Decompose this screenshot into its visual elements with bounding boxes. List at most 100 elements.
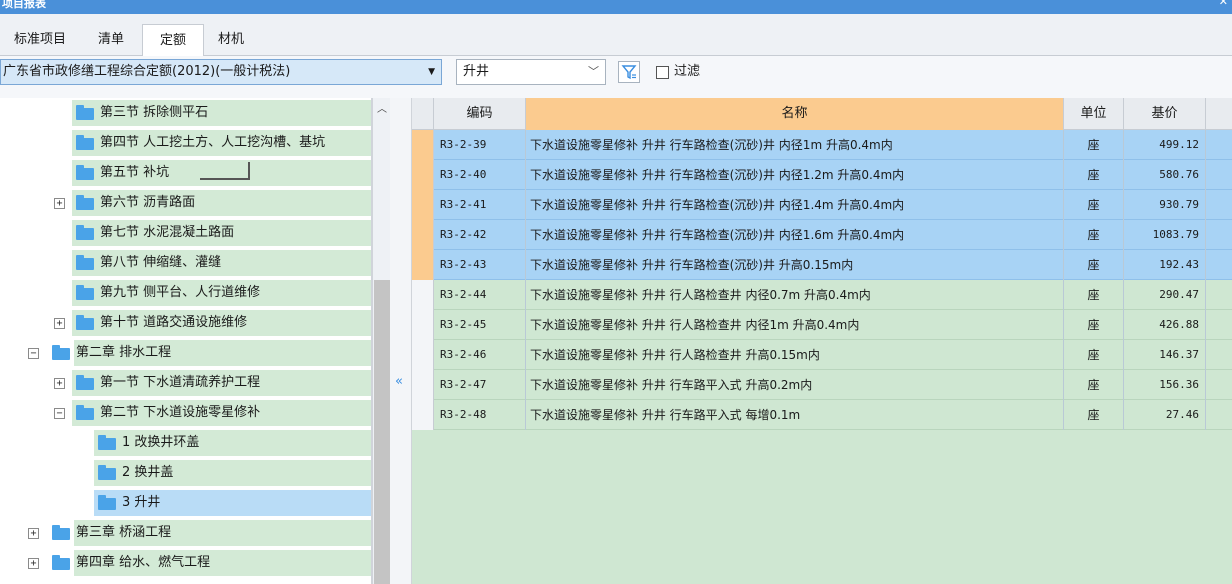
header-code[interactable]: 编码 <box>434 98 526 130</box>
cell-name[interactable]: 下水道设施零星修补 升井 行人路检查井 内径1m 升高0.4m内 <box>526 310 1064 340</box>
cell-unit[interactable]: 座 <box>1064 190 1124 220</box>
cell-price[interactable]: 156.36 <box>1124 370 1206 400</box>
cell-code[interactable]: R3-2-41 <box>434 190 526 220</box>
cell-price[interactable]: 499.12 <box>1124 130 1206 160</box>
tab-standard-project[interactable]: 标准项目 <box>0 24 80 56</box>
expand-icon[interactable]: + <box>28 558 39 569</box>
table-row[interactable]: R3-2-40 下水道设施零星修补 升井 行车路检查(沉砂)井 内径1.2m 升高… <box>412 160 1232 190</box>
tab-quota[interactable]: 定额 <box>142 24 204 57</box>
tree-node[interactable]: 第四节 人工挖土方、人工挖沟槽、基坑 <box>0 128 371 158</box>
cell-unit[interactable]: 座 <box>1064 250 1124 280</box>
cell-name[interactable]: 下水道设施零星修补 升井 行车路检查(沉砂)井 升高0.15m内 <box>526 250 1064 280</box>
table-row[interactable]: R3-2-43 下水道设施零星修补 升井 行车路检查(沉砂)井 升高0.15m内座… <box>412 250 1232 280</box>
tree-node[interactable]: 1 改换井环盖 <box>0 428 371 458</box>
header-indicator <box>412 98 434 130</box>
tree-node[interactable]: 第五节 补坑 <box>0 158 371 188</box>
cell-code[interactable]: R3-2-48 <box>434 400 526 430</box>
cell-unit[interactable]: 座 <box>1064 130 1124 160</box>
cell-unit[interactable]: 座 <box>1064 400 1124 430</box>
cell-code[interactable]: R3-2-39 <box>434 130 526 160</box>
tree-node[interactable]: 3 升井 <box>0 488 371 518</box>
pane-splitter[interactable]: « <box>390 98 412 584</box>
cell-unit[interactable]: 座 <box>1064 310 1124 340</box>
table-row[interactable]: R3-2-48 下水道设施零星修补 升井 行车路平入式 每增0.1m 座 27.46 <box>412 400 1232 430</box>
close-icon[interactable]: ✕ <box>1219 0 1228 7</box>
table-row[interactable]: R3-2-39 下水道设施零星修补 升井 行车路检查(沉砂)井 内径1m 升高0.… <box>412 130 1232 160</box>
tree-scrollbar[interactable]: ︿ <box>372 98 390 584</box>
cell-name[interactable]: 下水道设施零星修补 升井 行车路平入式 升高0.2m内 <box>526 370 1064 400</box>
folder-icon <box>98 465 116 480</box>
collapse-icon[interactable]: − <box>54 408 65 419</box>
cell-price[interactable]: 146.37 <box>1124 340 1206 370</box>
quota-library-select[interactable]: 广东省市政修缮工程综合定额(2012)(一般计税法) ▼ <box>0 59 442 85</box>
cell-code[interactable]: R3-2-44 <box>434 280 526 310</box>
cell-code[interactable]: R3-2-40 <box>434 160 526 190</box>
cell-code[interactable]: R3-2-45 <box>434 310 526 340</box>
cell-code[interactable]: R3-2-47 <box>434 370 526 400</box>
table-row[interactable]: R3-2-44 下水道设施零星修补 升井 行人路检查井 内径0.7m 升高0.4m… <box>412 280 1232 310</box>
tree-node[interactable]: + 第三章 桥涵工程 <box>0 518 371 548</box>
expand-icon[interactable]: + <box>54 198 65 209</box>
cell-name[interactable]: 下水道设施零星修补 升井 行车路检查(沉砂)井 内径1.6m 升高0.4m内 <box>526 220 1064 250</box>
scrollbar-thumb[interactable] <box>374 280 390 584</box>
header-unit[interactable]: 单位 <box>1064 98 1124 130</box>
cell-price[interactable]: 580.76 <box>1124 160 1206 190</box>
tree-node[interactable]: 第九节 侧平台、人行道维修 <box>0 278 371 308</box>
scroll-up-icon[interactable]: ︿ <box>373 100 391 115</box>
cell-name[interactable]: 下水道设施零星修补 升井 行人路检查井 内径0.7m 升高0.4m内 <box>526 280 1064 310</box>
cell-code[interactable]: R3-2-42 <box>434 220 526 250</box>
tree-node[interactable]: 第八节 伸缩缝、灌缝 <box>0 248 371 278</box>
table-row[interactable]: R3-2-42 下水道设施零星修补 升井 行车路检查(沉砂)井 内径1.6m 升高… <box>412 220 1232 250</box>
cell-unit[interactable]: 座 <box>1064 160 1124 190</box>
filter-checkbox[interactable] <box>656 66 669 79</box>
tab-bill[interactable]: 清单 <box>84 24 138 56</box>
cell-price[interactable]: 27.46 <box>1124 400 1206 430</box>
tree-node[interactable]: − 第二章 排水工程 <box>0 338 371 368</box>
tree-node[interactable]: + 第一节 下水道清疏养护工程 <box>0 368 371 398</box>
cell-unit[interactable]: 座 <box>1064 340 1124 370</box>
cell-unit[interactable]: 座 <box>1064 370 1124 400</box>
cell-price[interactable]: 426.88 <box>1124 310 1206 340</box>
cell-unit[interactable]: 座 <box>1064 220 1124 250</box>
cell-name[interactable]: 下水道设施零星修补 升井 行车路检查(沉砂)井 内径1.2m 升高0.4m内 <box>526 160 1064 190</box>
tree-node[interactable]: + 第十节 道路交通设施维修 <box>0 308 371 338</box>
cell-name[interactable]: 下水道设施零星修补 升井 行人路检查井 升高0.15m内 <box>526 340 1064 370</box>
tree-node[interactable]: + 第六节 沥青路面 <box>0 188 371 218</box>
filter-button[interactable] <box>618 61 640 83</box>
cell-price[interactable]: 1083.79 <box>1124 220 1206 250</box>
tree-node-label: 第一节 下水道清疏养护工程 <box>100 375 261 390</box>
collapse-icon[interactable]: − <box>28 348 39 359</box>
tab-materials[interactable]: 材机 <box>206 24 256 56</box>
expand-icon[interactable]: + <box>28 528 39 539</box>
tree-node[interactable]: 2 换井盖 <box>0 458 371 488</box>
tree-node[interactable]: − 第二节 下水道设施零星修补 <box>0 398 371 428</box>
cell-price[interactable]: 290.47 <box>1124 280 1206 310</box>
table-row[interactable]: R3-2-46 下水道设施零星修补 升井 行人路检查井 升高0.15m内座 146.… <box>412 340 1232 370</box>
folder-icon <box>52 345 70 360</box>
table-row[interactable]: R3-2-41 下水道设施零星修补 升井 行车路检查(沉砂)井 内径1.4m 升高… <box>412 190 1232 220</box>
expand-icon[interactable]: + <box>54 318 65 329</box>
cell-name[interactable]: 下水道设施零星修补 升井 行车路检查(沉砂)井 内径1.4m 升高0.4m内 <box>526 190 1064 220</box>
quota-library-value: 广东省市政修缮工程综合定额(2012)(一般计税法) <box>3 64 291 79</box>
cell-price[interactable]: 192.43 <box>1124 250 1206 280</box>
cell-code[interactable]: R3-2-46 <box>434 340 526 370</box>
cell-price[interactable]: 930.79 <box>1124 190 1206 220</box>
row-indicator <box>412 370 434 400</box>
cell-unit[interactable]: 座 <box>1064 280 1124 310</box>
cell-name[interactable]: 下水道设施零星修补 升井 行车路平入式 每增0.1m <box>526 400 1064 430</box>
cell-name[interactable]: 下水道设施零星修补 升井 行车路检查(沉砂)井 内径1m 升高0.4m内 <box>526 130 1064 160</box>
table-row[interactable]: R3-2-45 下水道设施零星修补 升井 行人路检查井 内径1m 升高0.4m内座… <box>412 310 1232 340</box>
folder-icon <box>76 315 94 330</box>
tree-node[interactable]: 第七节 水泥混凝土路面 <box>0 218 371 248</box>
tree-node[interactable]: + 第四章 给水、燃气工程 <box>0 548 371 578</box>
search-combobox[interactable]: 升井 ﹀ <box>456 59 606 85</box>
header-name[interactable]: 名称 <box>526 98 1064 130</box>
expand-icon[interactable]: + <box>54 378 65 389</box>
collapse-left-icon[interactable]: « <box>395 374 403 389</box>
filter-icon <box>621 65 637 80</box>
cell-code[interactable]: R3-2-43 <box>434 250 526 280</box>
folder-icon <box>76 405 94 420</box>
tree-node[interactable]: 第三节 拆除侧平石 <box>0 98 371 128</box>
table-row[interactable]: R3-2-47 下水道设施零星修补 升井 行车路平入式 升高0.2m内座 156.3… <box>412 370 1232 400</box>
header-price[interactable]: 基价 <box>1124 98 1206 130</box>
